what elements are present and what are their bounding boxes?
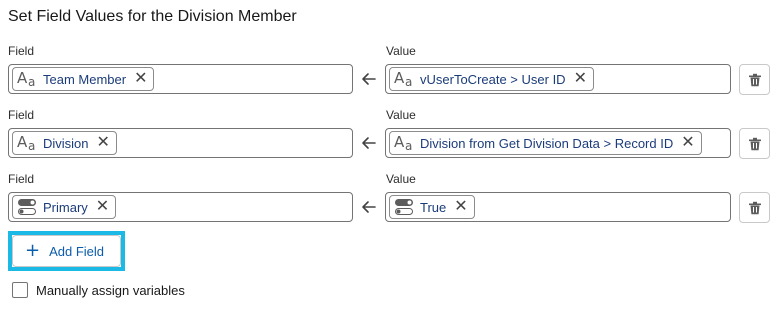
- text-type-icon: Aa: [17, 69, 36, 89]
- trash-icon: [748, 73, 761, 86]
- value-input[interactable]: True ✕: [385, 192, 731, 222]
- toggle-type-icon: [18, 199, 36, 215]
- value-pill[interactable]: True ✕: [389, 195, 475, 219]
- field-pill[interactable]: Aa Team Member ✕: [12, 67, 155, 91]
- trash-icon: [748, 201, 761, 214]
- add-field-label: Add Field: [49, 243, 105, 259]
- field-input[interactable]: Aa Division ✕: [8, 128, 353, 158]
- field-pill[interactable]: Primary ✕: [12, 195, 117, 219]
- arrow-left-icon: [362, 137, 376, 149]
- section-title: Set Field Values for the Division Member: [8, 8, 297, 25]
- value-label: Value: [386, 172, 416, 186]
- manual-assign-checkbox[interactable]: [12, 282, 28, 298]
- arrow-left-icon: [362, 73, 376, 85]
- manual-assign-label[interactable]: Manually assign variables: [36, 283, 185, 298]
- value-pill-label: Division from Get Division Data > Record…: [420, 135, 674, 151]
- add-field-button[interactable]: + Add Field: [12, 235, 121, 267]
- text-type-icon: Aa: [394, 69, 413, 89]
- text-type-icon: Aa: [394, 133, 413, 153]
- delete-row-button[interactable]: [739, 64, 770, 95]
- arrow-left-icon: [362, 201, 376, 213]
- field-label: Field: [8, 108, 35, 122]
- field-pill-label: Primary: [43, 199, 88, 215]
- field-input[interactable]: Aa Team Member ✕: [8, 64, 353, 94]
- close-icon[interactable]: ✕: [97, 135, 110, 151]
- toggle-type-icon: [395, 199, 413, 215]
- value-pill-label: vUserToCreate > User ID: [420, 71, 566, 87]
- value-label: Value: [386, 108, 416, 122]
- delete-row-button[interactable]: [739, 192, 770, 223]
- value-pill-label: True: [420, 199, 447, 215]
- plus-icon: +: [25, 240, 41, 261]
- delete-row-button[interactable]: [739, 128, 770, 159]
- field-input[interactable]: Primary ✕: [8, 192, 353, 222]
- close-icon[interactable]: ✕: [454, 199, 467, 215]
- value-pill[interactable]: Aa Division from Get Division Data > Rec…: [389, 131, 702, 155]
- close-icon[interactable]: ✕: [681, 135, 694, 151]
- field-pill-label: Team Member: [43, 71, 127, 87]
- field-pill-label: Division: [43, 135, 89, 151]
- close-icon[interactable]: ✕: [96, 199, 109, 215]
- close-icon[interactable]: ✕: [574, 71, 587, 87]
- value-label: Value: [386, 44, 416, 58]
- text-type-icon: Aa: [17, 133, 36, 153]
- field-pill[interactable]: Aa Division ✕: [12, 131, 117, 155]
- value-input[interactable]: Aa vUserToCreate > User ID ✕: [385, 64, 731, 94]
- trash-icon: [748, 137, 761, 150]
- field-label: Field: [8, 44, 35, 58]
- close-icon[interactable]: ✕: [134, 71, 147, 87]
- value-pill[interactable]: Aa vUserToCreate > User ID ✕: [389, 67, 594, 91]
- value-input[interactable]: Aa Division from Get Division Data > Rec…: [385, 128, 731, 158]
- field-label: Field: [8, 172, 35, 186]
